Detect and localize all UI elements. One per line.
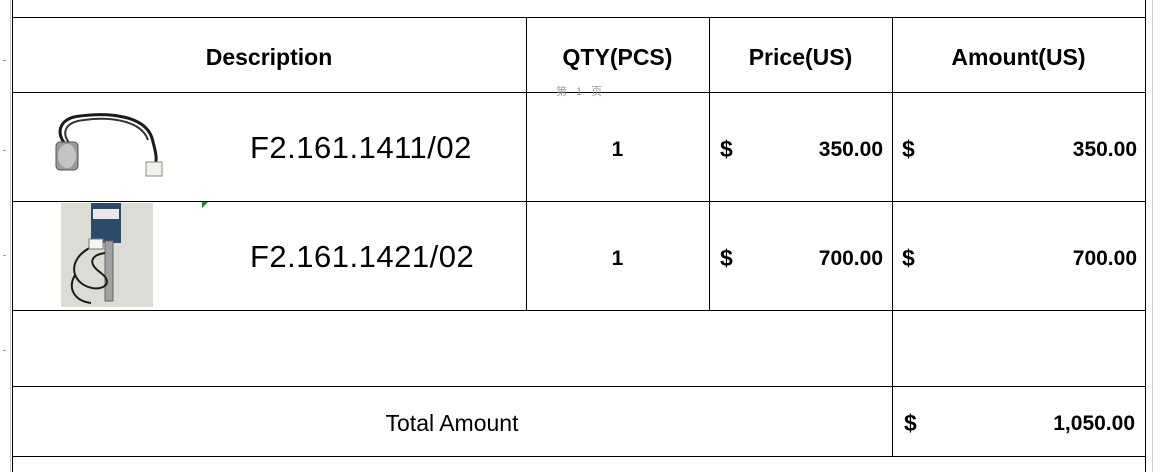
table-rule-row1-bottom — [12, 201, 1146, 202]
amount-currency: $ — [902, 136, 915, 162]
price-currency: $ — [720, 245, 733, 271]
table-col-border-amount — [892, 17, 893, 457]
ruler-tick — [3, 350, 6, 351]
header-amount: Amount(US) — [951, 44, 1086, 70]
header-price: Price(US) — [748, 44, 853, 70]
amount-value: 700.00 — [1072, 247, 1137, 270]
product-photo-cable-sensor — [50, 108, 168, 182]
table-col-border-left — [12, 17, 13, 457]
table-rule-blank-bottom — [12, 386, 1146, 387]
price-value: 350.00 — [818, 138, 883, 161]
page-marker: 第 1 页 — [556, 86, 606, 98]
table-rule-top — [12, 17, 1146, 18]
left-margin-line — [10, 0, 11, 472]
table-col-border-right — [1145, 17, 1146, 457]
product-code: F2.161.1411/02 — [250, 130, 472, 165]
ruler-tick — [3, 255, 6, 256]
header-qty: QTY(PCS) — [562, 44, 673, 70]
price-value: 700.00 — [818, 247, 883, 270]
total-label: Total Amount — [385, 410, 519, 436]
total-value: 1,050.00 — [1053, 412, 1135, 435]
comment-indicator-icon[interactable] — [202, 202, 208, 208]
product-code: F2.161.1421/02 — [250, 239, 475, 274]
ruler-tick — [3, 60, 6, 61]
qty-cell: 1 — [611, 247, 624, 270]
top-stub-left — [12, 0, 13, 17]
ruler-tick — [3, 150, 6, 151]
amount-currency: $ — [902, 245, 915, 271]
top-stub-right — [1145, 0, 1146, 17]
price-currency: $ — [720, 136, 733, 162]
table-rule-row2-bottom — [12, 310, 1146, 311]
product-photo-probe-sensor — [61, 203, 153, 307]
amount-value: 350.00 — [1072, 138, 1137, 161]
bottom-stub-right — [1145, 456, 1146, 472]
bottom-stub-left — [12, 456, 13, 472]
header-description: Description — [205, 44, 333, 70]
total-currency: $ — [904, 410, 917, 436]
qty-cell: 1 — [611, 138, 624, 161]
right-margin-line — [1152, 0, 1153, 472]
table-rule-total-bottom — [12, 456, 1146, 457]
